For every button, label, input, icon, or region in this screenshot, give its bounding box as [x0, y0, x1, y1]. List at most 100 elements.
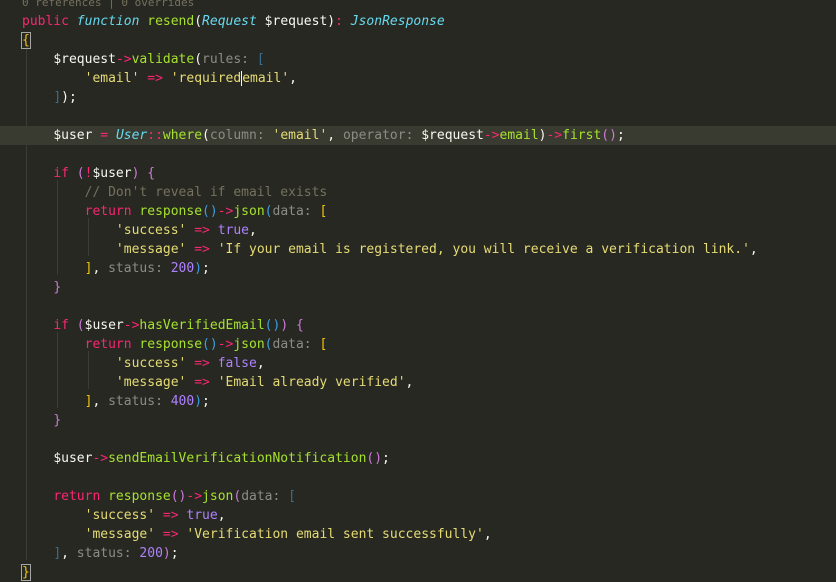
code-token: ;	[382, 451, 390, 466]
code-token: $user	[53, 451, 93, 466]
code-line[interactable]: 'success' => false,	[0, 354, 836, 373]
code-line[interactable]: ], status: 200);	[0, 544, 836, 563]
code-editor[interactable]: 0 references | 0 overrides public functio…	[0, 0, 836, 582]
code-token: }	[53, 280, 62, 295]
code-line[interactable]: 'email' => 'requiredemail',	[0, 69, 836, 88]
code-token: {	[295, 318, 304, 333]
code-token: ()	[264, 318, 281, 333]
code-token: response	[108, 489, 171, 504]
code-token: 'success'	[115, 356, 187, 371]
code-token: ,	[61, 546, 77, 561]
code-token: 'email'	[84, 71, 140, 86]
code-token: ;	[202, 394, 210, 409]
code-token: 200	[139, 546, 163, 561]
code-token: response	[139, 337, 203, 352]
code-token: return	[84, 337, 140, 352]
code-line[interactable]: }	[0, 563, 836, 582]
code-token: if	[53, 318, 77, 333]
code-token: ,	[289, 71, 297, 86]
code-line[interactable]: {	[0, 31, 836, 50]
code-token: ()	[202, 337, 218, 352]
code-line[interactable]: if ($user->hasVerifiedEmail()) {	[0, 316, 836, 335]
code-token: $request	[53, 52, 116, 67]
code-line[interactable]: 'success' => true,	[0, 221, 836, 240]
code-token: json	[202, 489, 234, 504]
code-token: =>	[186, 375, 218, 390]
code-line[interactable]: 0 references | 0 overrides	[0, 0, 836, 12]
code-line[interactable]: return response()->json(data: [	[0, 202, 836, 221]
code-token: if	[53, 166, 77, 181]
code-token: 'success'	[115, 223, 187, 238]
code-token: where	[162, 128, 203, 143]
code-line[interactable]: }	[0, 278, 836, 297]
code-line[interactable]: 'success' => true,	[0, 506, 836, 525]
code-token: ->	[483, 128, 500, 143]
code-token: 'success'	[84, 508, 156, 523]
code-line[interactable]: return response()->json(data: [	[0, 487, 836, 506]
code-token: ,	[749, 242, 758, 257]
code-token: ->	[217, 337, 234, 352]
code-token: true	[217, 223, 249, 238]
code-token: )	[194, 261, 203, 276]
code-line[interactable]: $request->validate(rules: [	[0, 50, 836, 69]
code-line[interactable]: 'message' => 'Verification email sent su…	[0, 525, 836, 544]
code-token: sendEmailVerificationNotification	[108, 451, 367, 466]
code-token: first	[562, 128, 602, 143]
code-line[interactable]: // Don't reveal if email exists	[0, 183, 836, 202]
code-token: status:	[108, 261, 171, 276]
code-token: 'required	[170, 71, 242, 86]
code-line[interactable]: public function resend(Request $request)…	[0, 12, 836, 31]
code-token: =>	[139, 71, 171, 86]
code-token: [	[319, 204, 328, 219]
code-token: json	[233, 337, 265, 352]
code-token: {	[21, 32, 31, 49]
code-token: }	[53, 413, 62, 428]
code-token: status:	[76, 546, 140, 561]
code-token: 'message'	[115, 375, 187, 390]
code-line[interactable]: ], status: 200);	[0, 259, 836, 278]
code-token: true	[186, 508, 218, 523]
code-line[interactable]: 'message' => 'If your email is registere…	[0, 240, 836, 259]
code-token: );	[61, 90, 77, 105]
code-token: =>	[186, 356, 218, 371]
code-line[interactable]: 'message' => 'Email already verified',	[0, 373, 836, 392]
code-token: ;	[170, 546, 179, 561]
code-line[interactable]: return response()->json(data: [	[0, 335, 836, 354]
code-line[interactable]: ], status: 400);	[0, 392, 836, 411]
code-token: // Don't reveal if email exists	[84, 185, 328, 200]
code-token: JsonResponse	[350, 14, 445, 29]
code-token: (	[76, 166, 85, 181]
code-token: status:	[108, 394, 171, 409]
code-line[interactable]: $user->sendEmailVerificationNotification…	[0, 449, 836, 468]
code-token: ()	[601, 128, 617, 143]
code-line[interactable]: }	[0, 411, 836, 430]
code-line[interactable]	[0, 107, 836, 126]
code-line[interactable]	[0, 297, 836, 316]
code-token: 'message'	[115, 242, 187, 257]
code-token: email	[499, 128, 539, 143]
code-line[interactable]	[0, 145, 836, 164]
code-line[interactable]	[0, 468, 836, 487]
code-token: ::	[147, 128, 163, 143]
code-line[interactable]	[0, 430, 836, 449]
code-line[interactable]: if (!$user) {	[0, 164, 836, 183]
code-token: 200	[170, 261, 195, 276]
code-line[interactable]: ]);	[0, 88, 836, 107]
code-token: operator:	[342, 128, 422, 143]
code-token: return	[84, 204, 140, 219]
code-line-active[interactable]: $user = User::where(column: 'email', ope…	[0, 126, 836, 145]
code-token: ()	[202, 204, 218, 219]
code-token: [	[288, 489, 296, 504]
code-token: )	[162, 546, 171, 561]
code-token: hasVerifiedEmail	[139, 318, 265, 333]
code-token: ->	[186, 489, 203, 504]
code-token: 'Email already verified'	[217, 375, 406, 390]
code-token: (	[264, 204, 273, 219]
